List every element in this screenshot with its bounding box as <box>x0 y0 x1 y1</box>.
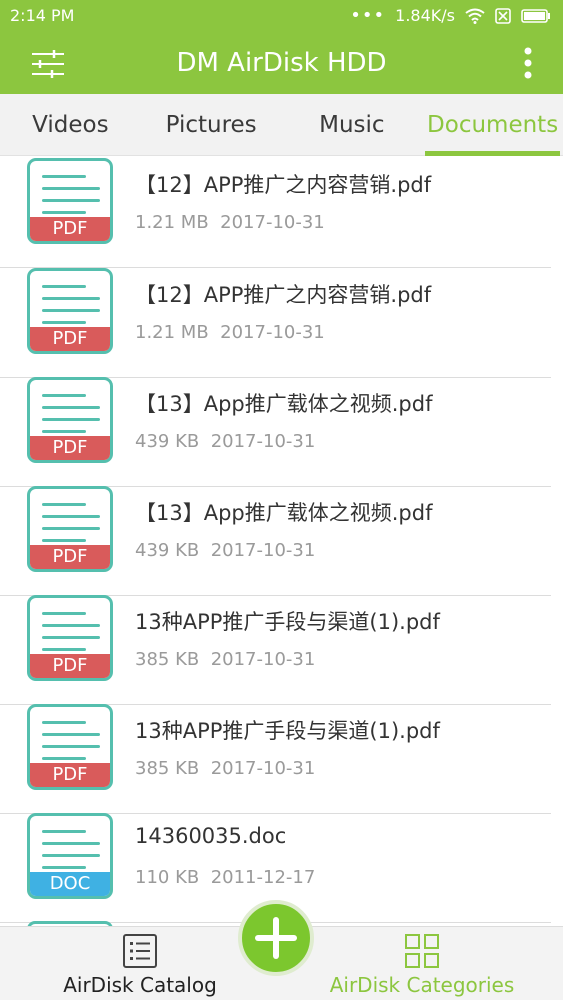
tab-documents[interactable]: Documents <box>422 94 563 156</box>
file-type-badge: PDF <box>30 217 110 241</box>
file-date: 2017-10-31 <box>220 322 325 343</box>
list-icon <box>123 934 157 968</box>
sim-off-icon <box>495 7 511 24</box>
pdf-file-icon: PDF <box>27 704 113 790</box>
file-name: 【13】App推广载体之视频.pdf <box>135 501 433 525</box>
file-row[interactable]: PDF 【12】APP推广之内容营销.pdf 1.21 MB 2017-10-3… <box>0 158 563 268</box>
file-size: 439 KB <box>135 431 200 452</box>
file-meta: 385 KB 2017-10-31 <box>135 758 315 779</box>
file-meta: 1.21 MB 2017-10-31 <box>135 212 325 233</box>
doc-file-icon: DOC <box>27 813 113 899</box>
file-type-badge: PDF <box>30 545 110 569</box>
tab-music[interactable]: Music <box>282 94 423 156</box>
file-size: 439 KB <box>135 540 200 561</box>
file-row[interactable]: PDF 13种APP推广手段与渠道(1).pdf 385 KB 2017-10-… <box>0 595 563 705</box>
file-list: PDF 【12】APP推广之内容营销.pdf 1.21 MB 2017-10-3… <box>0 156 563 926</box>
pdf-file-icon: PDF <box>27 595 113 681</box>
file-date: 2011-12-17 <box>210 867 316 888</box>
file-name: 【12】APP推广之内容营销.pdf <box>135 283 432 307</box>
file-meta: 439 KB 2017-10-31 <box>135 540 315 561</box>
file-type-badge: DOC <box>30 872 110 896</box>
nav-label-catalog: AirDisk Catalog <box>63 973 217 997</box>
file-date: 2017-10-31 <box>220 212 325 233</box>
pdf-file-icon: PDF <box>27 377 113 463</box>
nav-airdisk-categories[interactable]: AirDisk Categories <box>312 927 532 1000</box>
app-bar: DM AirDisk HDD <box>0 32 563 94</box>
file-meta: 439 KB 2017-10-31 <box>135 431 315 452</box>
file-row[interactable]: PDF 13种APP推广手段与渠道(1).pdf 385 KB 2017-10-… <box>0 704 563 814</box>
file-row[interactable]: PDF 【13】App推广载体之视频.pdf 439 KB 2017-10-31 <box>0 486 563 596</box>
file-size: 110 KB <box>135 867 200 888</box>
pdf-file-icon: PDF <box>27 158 113 244</box>
status-bar: 2:14 PM ••• 1.84K/s <box>0 0 563 32</box>
notification-dots-icon: ••• <box>350 4 386 26</box>
plus-icon <box>255 917 297 959</box>
app-title: DM AirDisk HDD <box>176 48 387 78</box>
file-size: 385 KB <box>135 758 200 779</box>
header: 2:14 PM ••• 1.84K/s DM AirDisk HDD <box>0 0 563 94</box>
file-size: 1.21 MB <box>135 212 209 233</box>
file-name: 13种APP推广手段与渠道(1).pdf <box>135 719 440 743</box>
wifi-icon <box>465 8 485 24</box>
file-name: 【13】App推广载体之视频.pdf <box>135 392 433 416</box>
category-tabs: Videos Pictures Music Documents <box>0 94 563 156</box>
file-date: 2017-10-31 <box>210 431 316 452</box>
file-size: 385 KB <box>135 649 200 670</box>
file-meta: 110 KB 2011-12-17 <box>135 867 315 888</box>
pdf-file-icon: PDF <box>27 268 113 354</box>
file-name: 【12】APP推广之内容营销.pdf <box>135 173 432 197</box>
tab-pictures[interactable]: Pictures <box>141 94 282 156</box>
file-meta: 385 KB 2017-10-31 <box>135 649 315 670</box>
status-icons: ••• 1.84K/s <box>350 6 551 25</box>
status-time: 2:14 PM <box>10 6 75 25</box>
network-speed: 1.84K/s <box>395 6 455 25</box>
battery-icon <box>521 8 550 23</box>
file-meta: 1.21 MB 2017-10-31 <box>135 322 325 343</box>
nav-airdisk-catalog[interactable]: AirDisk Catalog <box>30 927 250 1000</box>
file-date: 2017-10-31 <box>210 649 316 670</box>
file-type-badge: PDF <box>30 654 110 678</box>
file-type-badge: PDF <box>30 436 110 460</box>
file-row[interactable]: PDF 【12】APP推广之内容营销.pdf 1.21 MB 2017-10-3… <box>0 268 563 378</box>
more-vert-icon[interactable] <box>521 46 535 80</box>
file-name: 13种APP推广手段与渠道(1).pdf <box>135 610 440 634</box>
file-date: 2017-10-31 <box>210 758 316 779</box>
file-type-badge: PDF <box>30 763 110 787</box>
grid-icon <box>405 934 439 968</box>
file-name: 14360035.doc <box>135 824 287 848</box>
file-size: 1.21 MB <box>135 322 209 343</box>
file-row[interactable]: PDF 【13】App推广载体之视频.pdf 439 KB 2017-10-31 <box>0 377 563 487</box>
add-button[interactable] <box>238 900 314 976</box>
pdf-file-icon: PDF <box>27 486 113 572</box>
tab-videos[interactable]: Videos <box>0 94 141 156</box>
file-type-badge: PDF <box>30 327 110 351</box>
nav-label-categories: AirDisk Categories <box>329 973 515 997</box>
file-date: 2017-10-31 <box>210 540 316 561</box>
